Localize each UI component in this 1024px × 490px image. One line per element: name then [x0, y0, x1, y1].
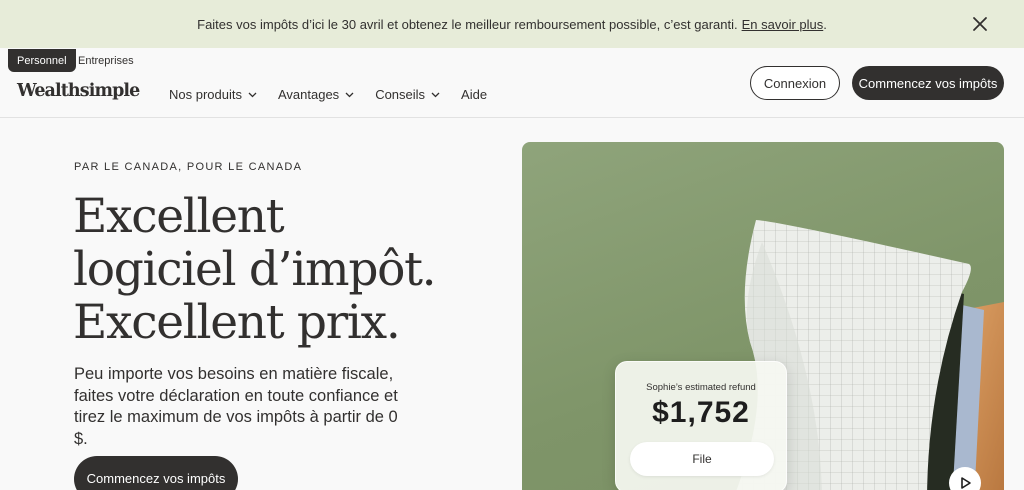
refund-amount: $1,752	[652, 396, 750, 429]
announcement-banner: Faites vos impôts d’ici le 30 avril et o…	[0, 0, 1024, 48]
refund-label: Sophie’s estimated refund	[646, 382, 756, 393]
chevron-down-icon	[345, 92, 354, 97]
hero-headline: Excellent logiciel d’impôt. Excellent pr…	[73, 189, 437, 350]
file-button[interactable]: File	[630, 442, 774, 476]
headline-line: Excellent prix.	[73, 295, 401, 350]
banner-link-suffix: .	[823, 16, 827, 32]
nav-label: Aide	[461, 87, 488, 102]
login-button[interactable]: Connexion	[750, 66, 840, 100]
site-header: Personnel Entreprises Wealthsimple Nos p…	[0, 48, 1024, 118]
refund-card: Sophie’s estimated refund $1,752 File	[615, 361, 787, 490]
headline-line: Excellent	[73, 189, 285, 244]
chevron-down-icon	[248, 92, 257, 97]
nav-item-benefits[interactable]: Avantages	[278, 87, 354, 102]
chevron-down-icon	[431, 92, 440, 97]
hero-video: Sophie’s estimated refund $1,752 File	[522, 142, 1004, 490]
banner-learn-more-link[interactable]: En savoir plus	[742, 17, 824, 32]
hero-start-taxes-button[interactable]: Commencez vos impôts	[74, 456, 238, 490]
nav-item-advice[interactable]: Conseils	[375, 87, 440, 102]
close-icon[interactable]	[970, 14, 990, 34]
headline-line: logiciel d’impôt.	[73, 242, 437, 297]
nav-label: Avantages	[277, 87, 340, 102]
segment-tab-business[interactable]: Entreprises	[69, 49, 143, 72]
nav-item-help[interactable]: Aide	[461, 87, 487, 102]
segment-tab-personal[interactable]: Personnel	[8, 49, 76, 72]
start-taxes-button[interactable]: Commencez vos impôts	[852, 66, 1004, 100]
main-nav: Nos produits Avantages Conseils Aide	[169, 87, 508, 102]
nav-label: Nos produits	[169, 87, 242, 102]
hero-eyebrow: PAR LE CANADA, POUR LE CANADA	[74, 161, 303, 173]
hero-subtext: Peu importe vos besoins en matière fisca…	[74, 365, 398, 448]
banner-text: Faites vos impôts d’ici le 30 avril et o…	[197, 16, 738, 32]
nav-item-products[interactable]: Nos produits	[169, 87, 257, 102]
nav-label: Conseils	[375, 87, 426, 102]
wealthsimple-logo[interactable]: Wealthsimple	[17, 81, 140, 101]
